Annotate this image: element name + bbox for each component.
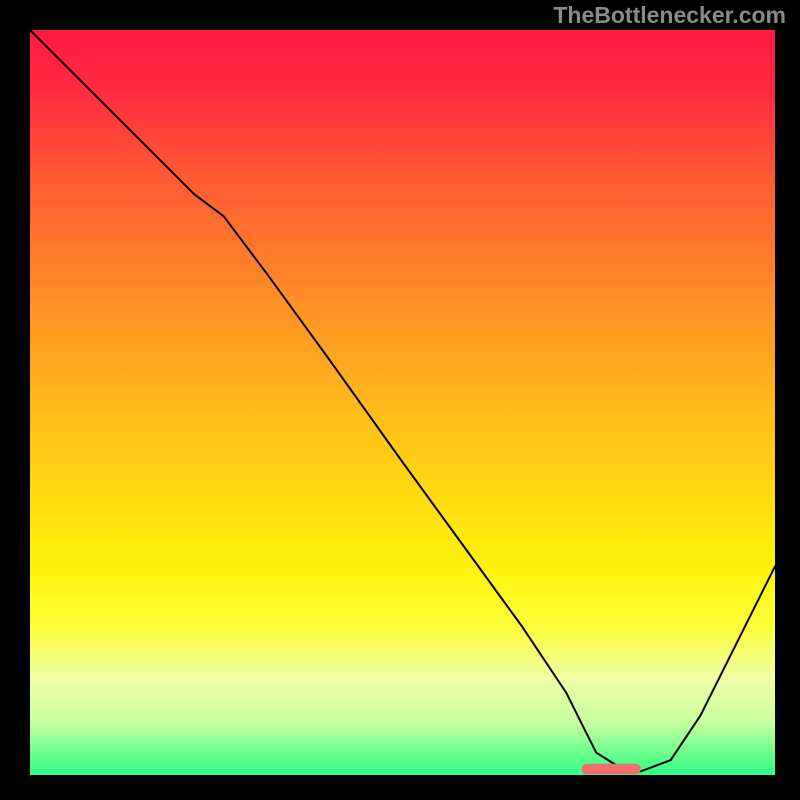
bottleneck-chart (0, 0, 800, 800)
chart-container: TheBottlenecker.com (0, 0, 800, 800)
optimal-region-marker (581, 764, 641, 774)
watermark-text: TheBottlenecker.com (553, 2, 786, 29)
